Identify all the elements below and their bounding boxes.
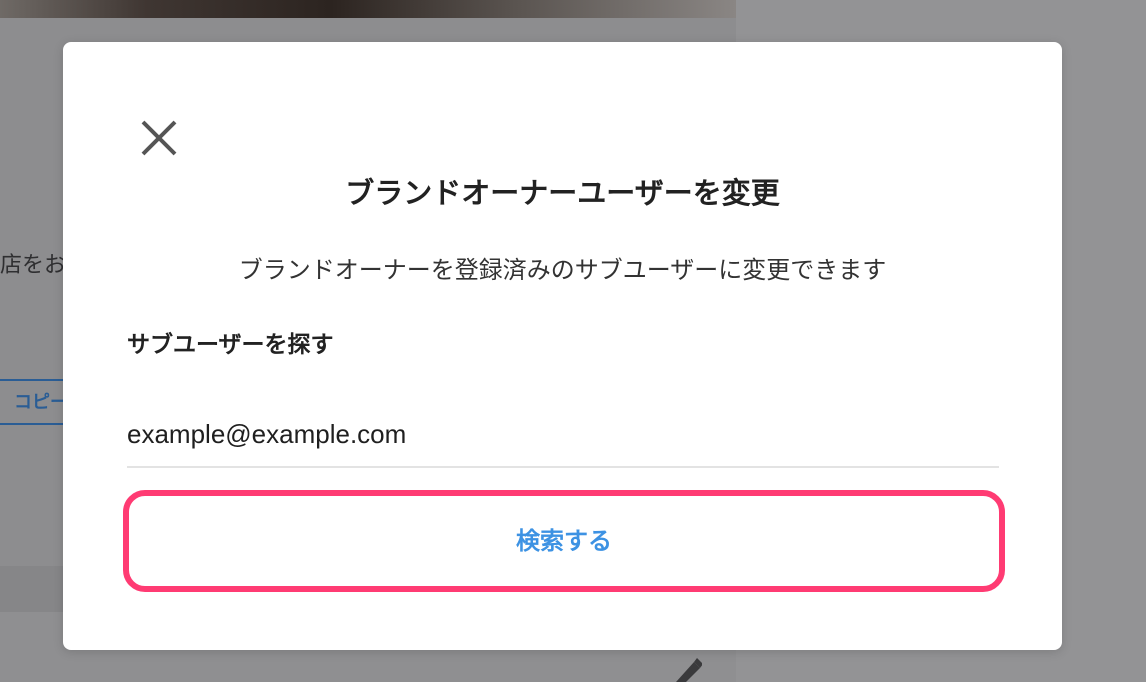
background-partial-text: 店をお <box>0 253 67 278</box>
email-field[interactable] <box>127 402 999 468</box>
close-icon <box>141 120 177 156</box>
close-button[interactable] <box>137 116 181 160</box>
modal-description: ブランドオーナーを登録済みのサブユーザーに変更できます <box>238 256 887 284</box>
search-button[interactable]: 検索する <box>136 503 992 579</box>
pencil-icon <box>676 658 702 682</box>
modal-title: ブランドオーナーユーザーを変更 <box>345 176 780 210</box>
search-subuser-label: サブユーザーを探す <box>127 332 334 358</box>
page: 店をお コピー ブランドオーナーユーザーを変更 ブランドオーナーを登録済みのサブ… <box>0 0 1146 682</box>
change-brand-owner-modal: ブランドオーナーユーザーを変更 ブランドオーナーを登録済みのサブユーザーに変更で… <box>63 42 1062 650</box>
background-banner-image <box>0 0 736 18</box>
